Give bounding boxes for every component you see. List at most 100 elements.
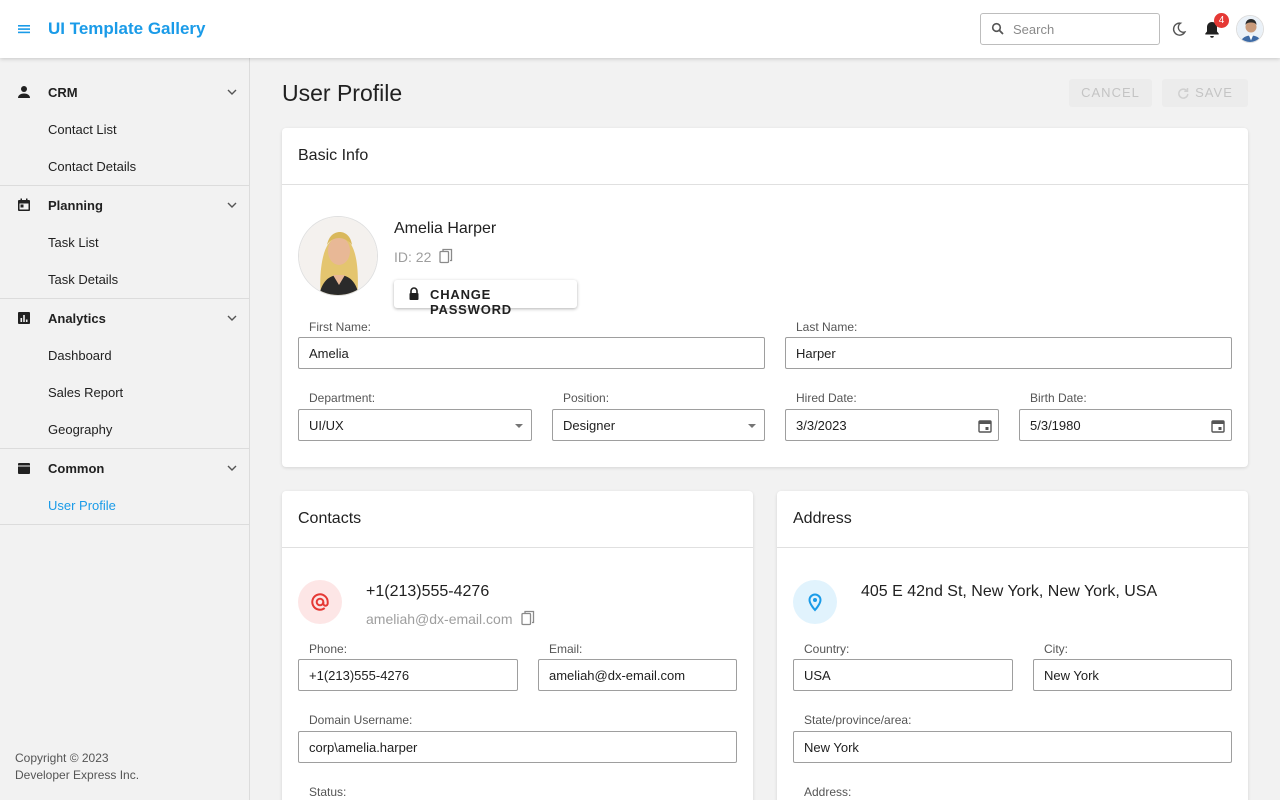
- status-label: Status:: [309, 785, 347, 799]
- profile-name: Amelia Harper: [394, 220, 497, 237]
- phone-field[interactable]: +1(213)555-4276: [298, 659, 518, 691]
- sidebar-item-label: Contact Details: [48, 159, 137, 174]
- nav-group-label: Planning: [48, 198, 103, 213]
- address-icon-circle: [793, 580, 837, 624]
- first-name-field[interactable]: Amelia: [298, 337, 765, 369]
- notification-badge: 4: [1214, 13, 1229, 28]
- nav-group-header-common[interactable]: Common: [0, 449, 249, 487]
- nav-group-label: CRM: [48, 85, 78, 100]
- sidebar-item-contact-list[interactable]: Contact List: [0, 111, 249, 148]
- contacts-card: Contacts +1(213)555-4276 ameliah@dx-emai…: [282, 491, 753, 800]
- email-field[interactable]: ameliah@dx-email.com: [538, 659, 737, 691]
- moon-icon[interactable]: [1171, 21, 1187, 37]
- state-label: State/province/area:: [804, 713, 912, 727]
- dropdown-arrow-icon: [748, 424, 756, 428]
- save-button[interactable]: SAVE: [1162, 79, 1248, 107]
- cancel-button[interactable]: CANCEL: [1069, 79, 1152, 107]
- calendar-icon[interactable]: [977, 418, 993, 434]
- sidebar-item-label: Sales Report: [48, 385, 124, 400]
- department-label: Department:: [309, 391, 376, 405]
- sidebar-item-contact-details[interactable]: Contact Details: [0, 148, 249, 185]
- dropdown-arrow-icon: [515, 424, 523, 428]
- state-field[interactable]: New York: [793, 731, 1232, 763]
- field-value: 3/3/2023: [796, 418, 847, 433]
- domain-username-label: Domain Username:: [309, 713, 413, 727]
- sidebar-item-geography[interactable]: Geography: [0, 411, 249, 448]
- field-value: Designer: [563, 418, 616, 433]
- search-icon: [991, 22, 1004, 35]
- country-label: Country:: [804, 642, 850, 656]
- sidebar-item-label: Dashboard: [48, 348, 112, 363]
- refresh-icon: [1178, 88, 1189, 99]
- field-value: corp\amelia.harper: [309, 740, 418, 755]
- field-value: ameliah@dx-email.com: [549, 668, 686, 683]
- field-value: USA: [804, 668, 831, 683]
- change-password-button[interactable]: CHANGE PASSWORD: [394, 280, 577, 317]
- nav-group-common: Common User Profile: [0, 449, 249, 525]
- sidebar-item-dashboard[interactable]: Dashboard: [0, 337, 249, 374]
- chevron-down-icon: [227, 202, 237, 208]
- card-title: Basic Info: [298, 147, 369, 164]
- company-text: Developer Express Inc.: [15, 768, 140, 782]
- city-label: City:: [1044, 642, 1068, 656]
- app-title[interactable]: UI Template Gallery: [48, 19, 205, 39]
- position-select[interactable]: Designer: [552, 409, 765, 441]
- copy-icon[interactable]: [439, 248, 453, 264]
- field-value: UI/UX: [309, 418, 344, 433]
- email-label: Email:: [549, 642, 583, 656]
- full-address: 405 E 42nd St, New York, New York, USA: [861, 583, 1158, 600]
- search-box[interactable]: [980, 13, 1160, 45]
- field-value: New York: [1044, 668, 1099, 683]
- app-header: UI Template Gallery 4: [0, 0, 1280, 58]
- city-field[interactable]: New York: [1033, 659, 1232, 691]
- hired-date-label: Hired Date:: [796, 391, 857, 405]
- field-value: New York: [804, 740, 859, 755]
- nav-group-planning: Planning Task List Task Details: [0, 186, 249, 299]
- sidebar-item-label: Task List: [48, 235, 99, 250]
- nav-group-header-crm[interactable]: CRM: [0, 73, 249, 111]
- last-name-field[interactable]: Harper: [785, 337, 1232, 369]
- phone-label: Phone:: [309, 642, 348, 656]
- sidebar-item-task-list[interactable]: Task List: [0, 224, 249, 261]
- copy-icon[interactable]: [521, 610, 535, 626]
- person-icon: [18, 86, 30, 98]
- nav-group-label: Analytics: [48, 311, 106, 326]
- sidebar-item-user-profile[interactable]: User Profile: [0, 487, 249, 524]
- department-select[interactable]: UI/UX: [298, 409, 532, 441]
- save-label: SAVE: [1195, 85, 1233, 100]
- sidebar-item-label: Task Details: [48, 272, 119, 287]
- last-name-label: Last Name:: [796, 320, 858, 334]
- field-value: +1(213)555-4276: [309, 668, 410, 683]
- sidebar-item-label: Geography: [48, 422, 113, 437]
- profile-id: ID: 22: [394, 249, 432, 265]
- folder-icon: [18, 463, 30, 474]
- first-name-label: First Name:: [309, 320, 372, 334]
- contact-icon-circle: [298, 580, 342, 624]
- at-sign-icon: [311, 593, 329, 611]
- menu-icon[interactable]: [14, 19, 34, 39]
- chevron-down-icon: [227, 89, 237, 95]
- email-display: ameliah@dx-email.com: [366, 611, 513, 627]
- hired-date-field[interactable]: 3/3/2023: [785, 409, 999, 441]
- search-input[interactable]: [1013, 14, 1153, 44]
- address-card: Address 405 E 42nd St, New York, New Yor…: [777, 491, 1248, 800]
- address-label: Address:: [804, 785, 852, 799]
- domain-username-field[interactable]: corp\amelia.harper: [298, 731, 737, 763]
- calendar-icon[interactable]: [1210, 418, 1226, 434]
- sidebar-item-sales-report[interactable]: Sales Report: [0, 374, 249, 411]
- sidebar-footer: Copyright © 2023 Developer Express Inc.: [15, 750, 139, 784]
- birth-date-field[interactable]: 5/3/1980: [1019, 409, 1232, 441]
- sidebar-item-task-details[interactable]: Task Details: [0, 261, 249, 298]
- country-field[interactable]: USA: [793, 659, 1013, 691]
- basic-info-card: Basic Info Amelia Harper ID: 22 CHANGE P…: [282, 128, 1248, 467]
- phone-display: +1(213)555-4276: [366, 583, 490, 600]
- chevron-down-icon: [227, 315, 237, 321]
- avatar[interactable]: [1236, 15, 1264, 43]
- birth-date-label: Birth Date:: [1030, 391, 1087, 405]
- nav-group-label: Common: [48, 461, 105, 476]
- copyright-text: Copyright © 2023: [15, 751, 109, 765]
- chart-icon: [18, 312, 30, 324]
- nav-group-header-analytics[interactable]: Analytics: [0, 299, 249, 337]
- profile-photo: [298, 216, 378, 296]
- nav-group-header-planning[interactable]: Planning: [0, 186, 249, 224]
